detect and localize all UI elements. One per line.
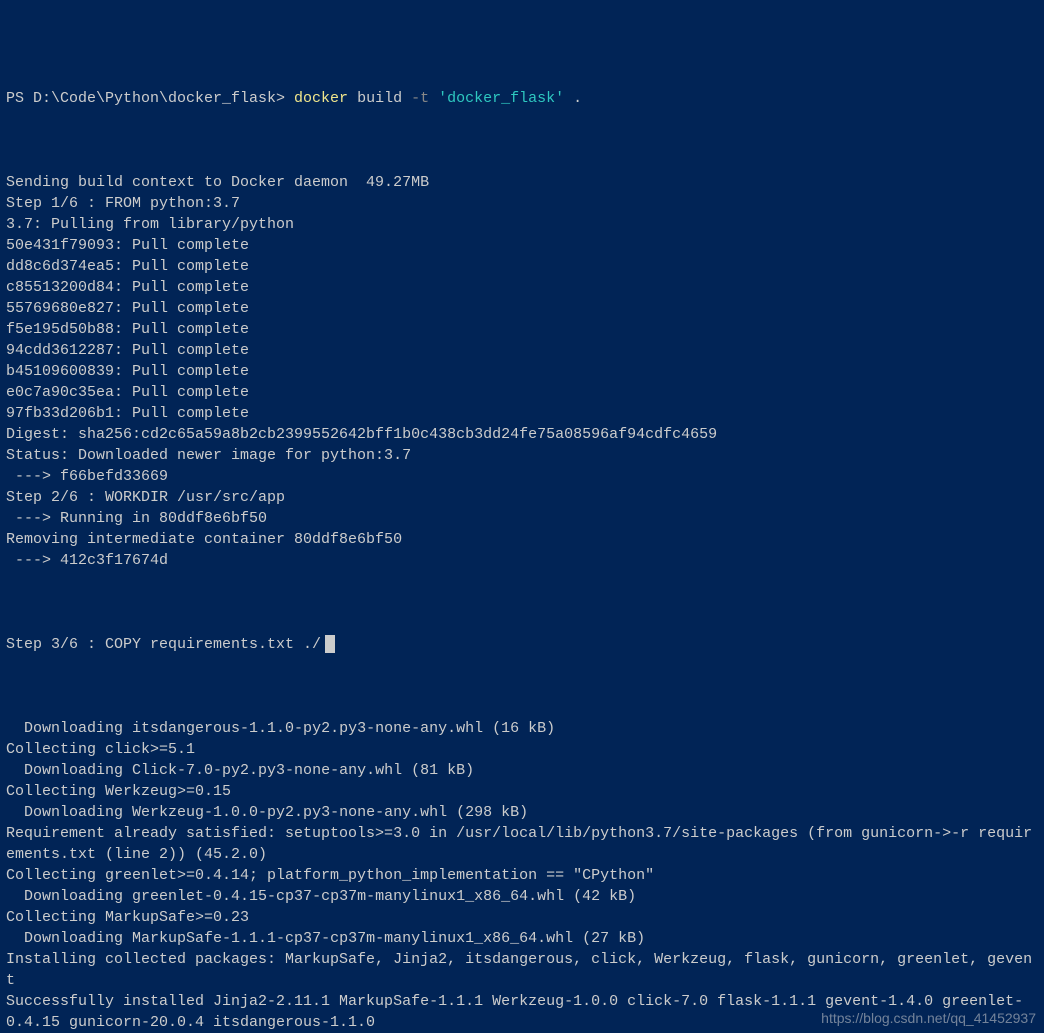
cmd-build: build — [348, 90, 411, 107]
output-line: ---> Running in 80ddf8e6bf50 — [6, 508, 1038, 529]
output-line: 55769680e827: Pull complete — [6, 298, 1038, 319]
prompt-line: PS D:\Code\Python\docker_flask> docker b… — [6, 88, 1038, 109]
output-line: c85513200d84: Pull complete — [6, 277, 1038, 298]
output-line: Removing intermediate container 80ddf8e6… — [6, 529, 1038, 550]
cmd-flag: -t — [411, 90, 438, 107]
output-line: Downloading greenlet-0.4.15-cp37-cp37m-m… — [6, 886, 1038, 907]
output-line: Downloading itsdangerous-1.1.0-py2.py3-n… — [6, 718, 1038, 739]
output-line: Digest: sha256:cd2c65a59a8b2cb2399552642… — [6, 424, 1038, 445]
output-line: 94cdd3612287: Pull complete — [6, 340, 1038, 361]
output-line: Status: Downloaded newer image for pytho… — [6, 445, 1038, 466]
output-line: Sending build context to Docker daemon 4… — [6, 172, 1038, 193]
cmd-arg: 'docker_flask' — [438, 90, 564, 107]
output-line: Collecting Werkzeug>=0.15 — [6, 781, 1038, 802]
output-line: Downloading Werkzeug-1.0.0-py2.py3-none-… — [6, 802, 1038, 823]
output-line: dd8c6d374ea5: Pull complete — [6, 256, 1038, 277]
terminal[interactable]: PS D:\Code\Python\docker_flask> docker b… — [0, 0, 1044, 1033]
output-line: Downloading Click-7.0-py2.py3-none-any.w… — [6, 760, 1038, 781]
output-line: Collecting click>=5.1 — [6, 739, 1038, 760]
output-line: f5e195d50b88: Pull complete — [6, 319, 1038, 340]
prompt-path: PS D:\Code\Python\docker_flask> — [6, 90, 294, 107]
output-line: ---> f66befd33669 — [6, 466, 1038, 487]
cmd-dot: . — [564, 90, 582, 107]
output-line: Downloading MarkupSafe-1.1.1-cp37-cp37m-… — [6, 928, 1038, 949]
output-line: Step 1/6 : FROM python:3.7 — [6, 193, 1038, 214]
output-line: Requirement already satisfied: setuptool… — [6, 823, 1038, 865]
output-line: Step 2/6 : WORKDIR /usr/src/app — [6, 487, 1038, 508]
output-line: e0c7a90c35ea: Pull complete — [6, 382, 1038, 403]
output-line: Collecting greenlet>=0.4.14; platform_py… — [6, 865, 1038, 886]
output-line: 97fb33d206b1: Pull complete — [6, 403, 1038, 424]
output-line: Collecting MarkupSafe>=0.23 — [6, 907, 1038, 928]
output-line: Installing collected packages: MarkupSaf… — [6, 949, 1038, 991]
output-line: 3.7: Pulling from library/python — [6, 214, 1038, 235]
cursor-icon — [325, 635, 335, 653]
output-line: b45109600839: Pull complete — [6, 361, 1038, 382]
watermark: https://blog.csdn.net/qq_41452937 — [821, 1008, 1036, 1029]
cmd-docker: docker — [294, 90, 348, 107]
output-line: 50e431f79093: Pull complete — [6, 235, 1038, 256]
output-line: ---> 412c3f17674d — [6, 550, 1038, 571]
output-line: Step 3/6 : COPY requirements.txt ./ — [6, 634, 1038, 655]
